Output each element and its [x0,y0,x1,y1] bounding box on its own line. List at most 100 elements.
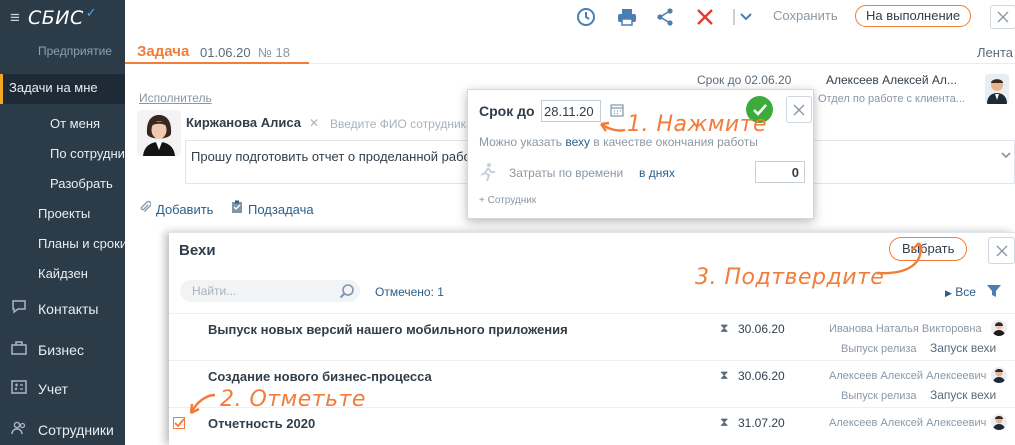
save-button[interactable]: Сохранить [773,8,838,23]
sidebar-item-label: По сотрудникам [50,146,125,161]
brand-tick-icon: ✓ [85,5,97,20]
milestone-name[interactable]: Отчетность 2020 [208,416,315,431]
popup-close-button[interactable] [786,96,812,123]
arrow-step-2 [189,393,216,415]
subtask-button[interactable]: Подзадача [231,200,314,217]
print-icon[interactable] [615,5,639,29]
sidebar-subtitle: Предприятие [38,44,112,58]
sidebar-item-label: Сотрудники [38,422,114,438]
arrow-step-3 [876,242,924,275]
task-description[interactable]: Прошу подготовить отчет о проделанной ра… [185,140,468,184]
search-input[interactable]: Найти... [180,280,360,302]
feed-tab[interactable]: Лента [977,45,1013,60]
annotation-text: 3. Подтвердите [695,265,885,290]
briefcase-icon [10,341,28,358]
sidebar-item-accounting[interactable]: Учет [0,380,125,397]
subtask-label: Подзадача [248,202,314,217]
sidebar-item-my-tasks[interactable]: Задачи на мне [0,74,125,104]
milestone-tag: Выпуск релиза [841,390,917,402]
sidebar-item-business[interactable]: Бизнес [0,341,125,358]
add-button[interactable]: Добавить [139,200,213,217]
clock-icon[interactable] [574,5,598,29]
list-item[interactable]: Выпуск новых версий нашего мобильного пр… [169,313,1015,360]
deadline-link[interactable]: Срок до 02.06.20 [697,73,791,87]
sidebar-item-label: Проекты [38,206,91,221]
milestone-stage: Запуск вехи [930,341,997,355]
milestone-link[interactable]: веху [565,135,590,149]
sidebar-item-label: Контакты [38,301,99,317]
sidebar-item-label: Разобрать [50,176,113,191]
owner-avatar [991,367,1007,383]
annotation-text: 2. Отметьте [220,387,366,412]
sidebar-item-plans[interactable]: Планы и сроки [0,236,125,251]
milestone-date: 30.06.20 [738,369,785,383]
all-filter-label: Все [955,285,976,299]
status-button[interactable]: На выполнение [855,5,972,27]
more-dropdown[interactable] [732,5,756,29]
executor-avatar [137,110,181,156]
marked-count[interactable]: Отмечено: 1 [375,285,444,299]
sidebar-item-employees[interactable]: Сотрудники [0,421,125,438]
attachment-icon [139,200,152,217]
time-unit-link[interactable]: в днях [639,166,675,180]
filter-icon[interactable] [986,283,1002,302]
author-avatar[interactable] [985,74,1009,104]
hourglass-icon: ⧗ [720,321,729,335]
add-label: Добавить [156,202,214,217]
all-filter[interactable]: ▶ Все [945,285,976,299]
chevron-down-icon[interactable] [1000,150,1012,165]
close-icon [997,11,1009,23]
add-employee-link[interactable]: + Сотрудник [479,195,536,206]
deadline-popup: Срок до 28.11.20 Можно указать веху в ка… [467,89,814,219]
time-cost-label: Затраты по времени [509,166,624,180]
close-button[interactable] [990,5,1015,29]
deadline-date-input[interactable]: 28.11.20 [541,100,601,122]
task-description-right[interactable] [810,140,1015,184]
author-name[interactable]: Алексеев Алексей Ал... [826,73,957,87]
list-item[interactable]: Отчетность 2020 ⧗ 31.07.20 Алексеев Алек… [169,407,1015,445]
hint-text: Можно указать [479,135,566,149]
sidebar-item-label: Планы и сроки [38,236,125,251]
executor-label[interactable]: Исполнитель [139,91,212,105]
running-man-icon [479,162,497,182]
sidebar-item-label: Кайдзен [38,266,88,281]
document-number: № 18 [258,45,291,60]
sidebar-item-contacts[interactable]: Контакты [0,300,125,317]
milestones-title: Вехи [179,242,216,259]
share-icon[interactable] [653,5,677,29]
logo[interactable]: ≡ СБИС ✓ [10,5,97,29]
executor-name[interactable]: Киржанова Алиса [186,115,301,130]
close-icon [793,104,805,115]
time-cost-input[interactable]: 0 [755,161,805,183]
hourglass-icon: ⧗ [720,368,729,382]
milestone-stage: Запуск вехи [930,388,997,402]
sidebar-item-label: От меня [50,116,101,131]
sidebar: ≡ СБИС ✓ Предприятие Задачи на мне От ме… [0,0,125,445]
arrow-step-1 [600,121,626,132]
milestone-date: 30.06.20 [738,322,785,336]
menu-icon[interactable]: ≡ [10,8,28,28]
delete-icon[interactable] [693,5,717,29]
search-icon[interactable] [339,283,355,302]
sidebar-item-by-employees[interactable]: По сотрудникам [0,146,125,161]
sidebar-item-kaizen[interactable]: Кайдзен [0,266,125,281]
owner-avatar [991,414,1007,430]
check-icon [174,418,185,428]
milestone-checkbox[interactable] [173,417,185,429]
title-underline [125,62,309,64]
deadline-label: Срок до [479,103,535,119]
sidebar-item-sort-out[interactable]: Разобрать [0,176,125,191]
sidebar-item-projects[interactable]: Проекты [0,206,125,221]
document-header: Задача 01.06.20 № 18 [125,36,1015,64]
milestone-name[interactable]: Создание нового бизнес-процесса [208,369,432,384]
people-icon [10,421,28,438]
remove-executor-icon[interactable]: ✕ [309,116,319,130]
executor-input[interactable]: Введите ФИО сотрудника [330,117,470,131]
milestone-date: 31.07.20 [738,416,785,430]
play-icon: ▶ [945,288,952,298]
sidebar-item-from-me[interactable]: От меня [0,116,125,131]
document-date: 01.06.20 [200,45,251,60]
milestone-name[interactable]: Выпуск новых версий нашего мобильного пр… [208,322,568,337]
annotation-text: 1. Нажмите [627,112,768,137]
milestones-close-button[interactable] [988,237,1015,264]
